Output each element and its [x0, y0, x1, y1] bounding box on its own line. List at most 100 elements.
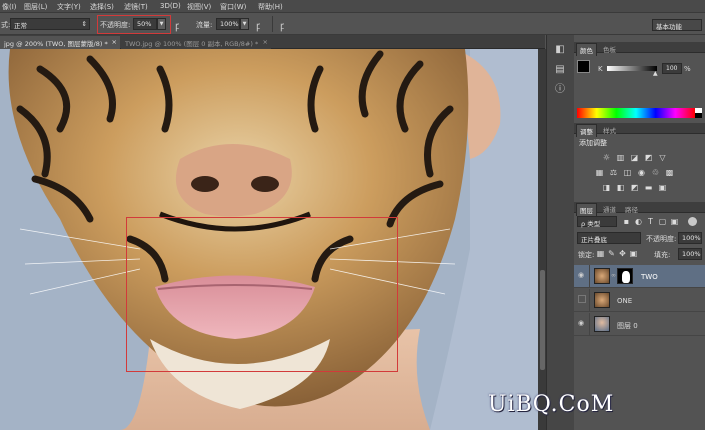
- layer-thumbnail: [594, 268, 610, 284]
- channel-mixer-icon[interactable]: ♲: [651, 168, 660, 177]
- tab-layers[interactable]: 图层: [576, 203, 597, 216]
- flow-dropdown-icon[interactable]: ▼: [240, 18, 249, 30]
- brightness-icon[interactable]: ☼: [602, 153, 611, 162]
- workspace-select[interactable]: 基本功能: [652, 19, 702, 31]
- tab-document-two[interactable]: TWO.jpg @ 100% (图层 0 副本, RGB/8#) * ×: [121, 36, 271, 49]
- divider: [589, 313, 590, 336]
- lock-position-icon[interactable]: ✥: [618, 249, 627, 258]
- layer-row-background[interactable]: ◉ 图层 0: [574, 313, 705, 336]
- tab-styles[interactable]: 样式: [600, 124, 619, 136]
- menu-select[interactable]: 选择(S): [90, 2, 114, 12]
- slider-caret-icon[interactable]: ▲: [653, 70, 658, 77]
- flow-input[interactable]: 100%: [216, 18, 240, 30]
- blend-mode-select[interactable]: 正片叠底: [577, 232, 641, 244]
- mode-label: 式:: [1, 21, 11, 29]
- eye-icon[interactable]: ◉: [578, 319, 586, 327]
- black-white-swatch[interactable]: [695, 108, 702, 118]
- fill-input[interactable]: 100%: [678, 248, 702, 260]
- airbrush-toggle-icon[interactable]: ꝼ: [256, 18, 260, 32]
- lock-transparent-icon[interactable]: ▦: [596, 249, 605, 258]
- filter-smart-icon[interactable]: ▣: [670, 217, 679, 226]
- color-lookup-icon[interactable]: ▩: [665, 168, 674, 177]
- menu-view[interactable]: 视图(V): [187, 2, 211, 12]
- filter-shape-icon[interactable]: ▢: [658, 217, 667, 226]
- tab-label: jpg @ 200% (TWO, 图层蒙版/8) *: [4, 40, 108, 48]
- divider: [272, 16, 273, 32]
- tab-swatches[interactable]: 色板: [600, 43, 619, 55]
- opacity-label: 不透明度:: [100, 21, 131, 29]
- menu-type[interactable]: 文字(Y): [57, 2, 81, 12]
- posterize-icon[interactable]: ◧: [616, 183, 625, 192]
- channel-label: K: [598, 65, 603, 73]
- vibrance-icon[interactable]: ▽: [658, 153, 667, 162]
- filter-pixel-icon[interactable]: ▪: [622, 217, 631, 226]
- tab-paths[interactable]: 路径: [622, 203, 641, 215]
- adjustments-panel-header: 调整 样式: [574, 123, 705, 137]
- curves-icon[interactable]: ◪: [630, 153, 639, 162]
- black-white-icon[interactable]: ◫: [623, 168, 632, 177]
- channel-value-input[interactable]: 100: [662, 63, 682, 74]
- gradient-map-icon[interactable]: ▬: [644, 183, 653, 192]
- percent-label: %: [684, 65, 691, 73]
- lock-label: 锁定:: [578, 251, 595, 259]
- exposure-icon[interactable]: ◩: [644, 153, 653, 162]
- layer-mask-thumbnail[interactable]: [617, 268, 633, 284]
- selective-color-icon[interactable]: ▣: [658, 183, 667, 192]
- close-icon[interactable]: ×: [263, 38, 268, 46]
- color-spectrum-bar[interactable]: [577, 108, 695, 118]
- layer-row-one[interactable]: ONE: [574, 289, 705, 312]
- right-panels: 颜色 色板 K ▲ 100 % 调整 样式 添加调整 ☼ ▥ ◪ ◩ ▽ ▦ ⚖…: [574, 35, 705, 430]
- filter-adjust-icon[interactable]: ◐: [634, 217, 643, 226]
- menu-window[interactable]: 窗口(W): [220, 2, 246, 12]
- tab-adjustments[interactable]: 调整: [576, 124, 597, 137]
- fill-label: 填充:: [654, 251, 671, 259]
- opacity-input[interactable]: 50%: [133, 18, 157, 30]
- color-balance-icon[interactable]: ⚖: [609, 168, 618, 177]
- eye-icon[interactable]: ◉: [578, 271, 586, 279]
- filter-toggle-icon[interactable]: [688, 217, 697, 226]
- layer-name: ONE: [617, 297, 633, 305]
- mode-select[interactable]: 正常 ⇕: [10, 18, 90, 30]
- menu-help[interactable]: 帮助(H): [258, 2, 283, 12]
- divider: [589, 265, 590, 288]
- pressure-icon[interactable]: ꝼ: [280, 18, 284, 32]
- airbrush-icon[interactable]: ꝼ: [175, 18, 179, 32]
- color-panel-header: 颜色 色板: [574, 42, 705, 56]
- filter-type-icon[interactable]: T: [646, 217, 655, 226]
- lock-pixels-icon[interactable]: ✎: [607, 249, 616, 258]
- chain-link-icon[interactable]: ∞: [611, 272, 616, 279]
- flow-label: 流量:: [196, 21, 213, 29]
- channel-slider[interactable]: [607, 66, 657, 71]
- history-icon[interactable]: ◧: [553, 43, 567, 57]
- foreground-color-swatch[interactable]: [577, 60, 590, 73]
- scrollbar-thumb[interactable]: [540, 270, 545, 370]
- layer-row-two[interactable]: ◉ ∞ TWO: [574, 265, 705, 288]
- close-icon[interactable]: ×: [112, 38, 117, 46]
- opacity-dropdown-icon[interactable]: ▼: [157, 18, 166, 30]
- invert-icon[interactable]: ◨: [602, 183, 611, 192]
- menu-image[interactable]: 像(I): [2, 2, 17, 12]
- photo-filter-icon[interactable]: ◉: [637, 168, 646, 177]
- layers-panel-header: 图层 通道 路径: [574, 202, 705, 216]
- right-nostril: [251, 176, 279, 192]
- chevron-down-icon: ⇕: [81, 20, 87, 28]
- tab-document-active[interactable]: jpg @ 200% (TWO, 图层蒙版/8) * ×: [0, 36, 120, 49]
- menu-filter[interactable]: 滤镜(T): [124, 2, 148, 12]
- hue-saturation-icon[interactable]: ▦: [595, 168, 604, 177]
- tab-color[interactable]: 颜色: [576, 43, 597, 56]
- levels-icon[interactable]: ▥: [616, 153, 625, 162]
- tab-channels[interactable]: 通道: [600, 203, 619, 215]
- menu-3d[interactable]: 3D(D): [160, 2, 181, 10]
- add-adjustment-title: 添加调整: [579, 139, 607, 147]
- threshold-icon[interactable]: ◩: [630, 183, 639, 192]
- layer-opacity-input[interactable]: 100%: [678, 232, 702, 244]
- properties-icon[interactable]: ▤: [553, 63, 567, 77]
- lock-all-icon[interactable]: ▣: [629, 249, 638, 258]
- layer-filter-select[interactable]: ρ 类型: [577, 216, 617, 228]
- info-icon[interactable]: ⓘ: [553, 83, 567, 97]
- menu-layer[interactable]: 图层(L): [24, 2, 47, 12]
- visibility-off-box[interactable]: [578, 295, 586, 303]
- vertical-scrollbar[interactable]: [538, 49, 546, 430]
- tab-label: TWO.jpg @ 100% (图层 0 副本, RGB/8#) *: [125, 40, 259, 48]
- mode-value: 正常: [14, 22, 27, 30]
